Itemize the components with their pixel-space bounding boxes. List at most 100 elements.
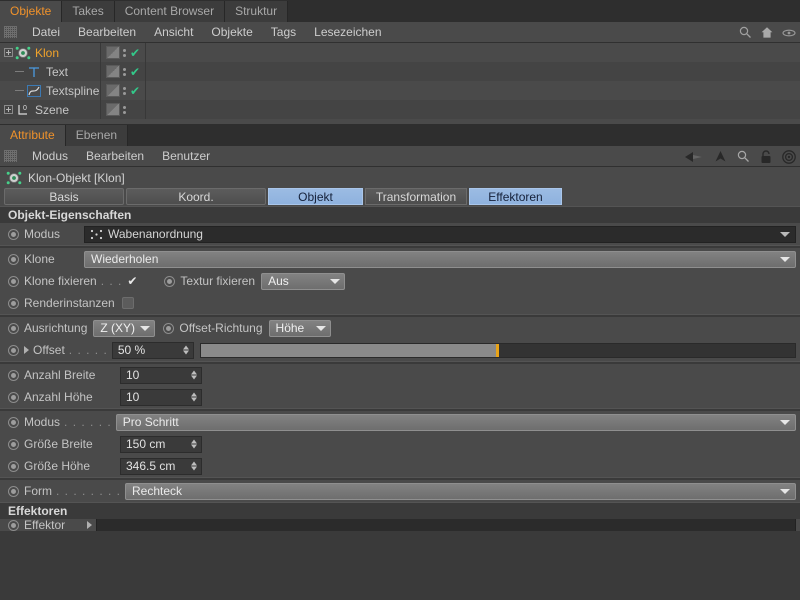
groesse-hoehe-radio-icon[interactable]	[8, 461, 19, 472]
tag-column[interactable]: ✔	[100, 81, 146, 100]
material-tag-icon[interactable]	[106, 103, 120, 116]
groesse-breite-radio-icon[interactable]	[8, 439, 19, 450]
grip-icon[interactable]	[4, 150, 17, 162]
tab-takes[interactable]: Takes	[62, 1, 114, 22]
material-tag-icon[interactable]	[106, 84, 120, 97]
expand-triangle-icon[interactable]	[87, 521, 92, 529]
visibility-check-icon[interactable]: ✔	[130, 85, 140, 97]
chevron-down-icon[interactable]	[780, 489, 790, 494]
form-radio-icon[interactable]	[8, 486, 19, 497]
modus-radio-icon[interactable]	[8, 229, 19, 240]
ausrichtung-radio-icon[interactable]	[8, 323, 19, 334]
modus-schritt-dropdown[interactable]: Pro Schritt	[116, 414, 796, 431]
modus-schritt-radio-icon[interactable]	[8, 417, 19, 428]
groesse-breite-input[interactable]: 150 cm	[120, 436, 202, 453]
groesse-hoehe-input[interactable]: 346.5 cm	[120, 458, 202, 475]
offset-input[interactable]: 50 %	[112, 342, 194, 359]
home-icon[interactable]	[760, 26, 774, 39]
anzahl-hoehe-input[interactable]: 10	[120, 389, 202, 406]
klone-radio-icon[interactable]	[8, 254, 19, 265]
search-icon[interactable]	[739, 26, 752, 39]
material-tag-icon[interactable]	[106, 65, 120, 78]
tab-effektoren[interactable]: Effektoren	[469, 188, 562, 205]
visibility-check-icon[interactable]: ✔	[130, 47, 140, 59]
menu-ansicht[interactable]: Ansicht	[145, 22, 202, 43]
lock-icon[interactable]	[760, 150, 772, 164]
chevron-down-icon[interactable]	[780, 257, 790, 262]
menu-datei[interactable]: Datei	[23, 22, 69, 43]
object-header: Klon-Objekt [Klon]	[0, 167, 800, 188]
textur-fixieren-radio-icon[interactable]	[164, 276, 175, 287]
effektor-list-field[interactable]	[96, 519, 796, 531]
tab-ebenen[interactable]: Ebenen	[66, 125, 128, 146]
offset-richtung-dropdown[interactable]: Höhe	[269, 320, 331, 337]
table-row[interactable]: Textspline ✔	[0, 81, 800, 100]
menu-bearbeiten[interactable]: Bearbeiten	[69, 22, 145, 43]
chevron-down-icon[interactable]	[316, 326, 326, 331]
menu-modus[interactable]: Modus	[23, 146, 77, 167]
anzahl-breite-input[interactable]: 10	[120, 367, 202, 384]
menu-lesezeichen[interactable]: Lesezeichen	[305, 22, 390, 43]
spinner-icon[interactable]	[191, 462, 197, 471]
row-effektor: Effektor	[0, 519, 800, 531]
renderinstanzen-radio-icon[interactable]	[8, 298, 19, 309]
tag-column[interactable]: ✔	[100, 43, 146, 62]
expand-triangle-icon[interactable]	[24, 346, 29, 354]
up-arrow-icon[interactable]	[714, 150, 727, 163]
tab-basis[interactable]: Basis	[4, 188, 124, 205]
anzahl-breite-radio-icon[interactable]	[8, 370, 19, 381]
table-row[interactable]: Text ✔	[0, 62, 800, 81]
expander-icon[interactable]	[4, 48, 13, 57]
menu-benutzer[interactable]: Benutzer	[153, 146, 219, 167]
search-icon[interactable]	[737, 150, 750, 163]
spinner-icon[interactable]	[191, 371, 197, 380]
offset-radio-icon[interactable]	[8, 345, 19, 356]
back-arrow-icon[interactable]	[684, 151, 704, 163]
textur-fixieren-dropdown[interactable]: Aus	[261, 273, 345, 290]
tree-item-label: Klon	[35, 46, 59, 60]
visibility-check-icon[interactable]: ✔	[130, 66, 140, 78]
modus-schritt-label: Modus	[24, 415, 60, 429]
klone-dropdown[interactable]: Wiederholen	[84, 251, 796, 268]
offset-slider[interactable]	[200, 343, 796, 358]
menu-tags[interactable]: Tags	[262, 22, 305, 43]
chevron-down-icon[interactable]	[140, 326, 150, 331]
tab-attribute[interactable]: Attribute	[0, 125, 66, 146]
row-modus-schritt: Modus . . . . . . Pro Schritt	[0, 411, 800, 433]
klone-fixieren-checkbox[interactable]: ✔	[126, 275, 138, 287]
chevron-down-icon[interactable]	[780, 420, 790, 425]
tag-column[interactable]	[100, 100, 146, 119]
spinner-icon[interactable]	[191, 393, 197, 402]
effektor-radio-icon[interactable]	[8, 520, 19, 531]
tab-transformation[interactable]: Transformation	[365, 188, 467, 205]
material-tag-icon[interactable]	[106, 46, 120, 59]
object-manager-tabstrip: Objekte Takes Content Browser Struktur	[0, 0, 800, 22]
form-dropdown[interactable]: Rechteck	[125, 483, 796, 500]
offset-richtung-radio-icon[interactable]	[163, 323, 174, 334]
renderinstanzen-checkbox[interactable]	[122, 297, 134, 309]
tab-objekt[interactable]: Objekt	[268, 188, 363, 205]
target-icon[interactable]	[782, 150, 796, 164]
tab-objekte[interactable]: Objekte	[0, 1, 62, 22]
menu-objekte[interactable]: Objekte	[202, 22, 261, 43]
spinner-icon[interactable]	[191, 440, 197, 449]
chevron-down-icon[interactable]	[780, 232, 790, 237]
klone-fixieren-radio-icon[interactable]	[8, 276, 19, 287]
modus-dropdown[interactable]: Wabenanordnung	[84, 226, 796, 243]
expander-icon[interactable]	[4, 105, 13, 114]
spinner-icon[interactable]	[183, 346, 189, 355]
table-row[interactable]: 0 Szene	[0, 100, 800, 119]
menu-bearbeiten[interactable]: Bearbeiten	[77, 146, 153, 167]
tab-koord[interactable]: Koord.	[126, 188, 266, 205]
honeycomb-icon	[90, 229, 103, 240]
tab-struktur[interactable]: Struktur	[225, 1, 288, 22]
tag-column[interactable]: ✔	[100, 62, 146, 81]
eye-icon[interactable]	[782, 28, 796, 38]
ausrichtung-dropdown[interactable]: Z (XY)	[93, 320, 155, 337]
anzahl-hoehe-radio-icon[interactable]	[8, 392, 19, 403]
slider-handle[interactable]	[496, 344, 499, 357]
table-row[interactable]: Klon ✔	[0, 43, 800, 62]
chevron-down-icon[interactable]	[330, 279, 340, 284]
tab-content-browser[interactable]: Content Browser	[115, 1, 225, 22]
grip-icon[interactable]	[4, 26, 17, 38]
